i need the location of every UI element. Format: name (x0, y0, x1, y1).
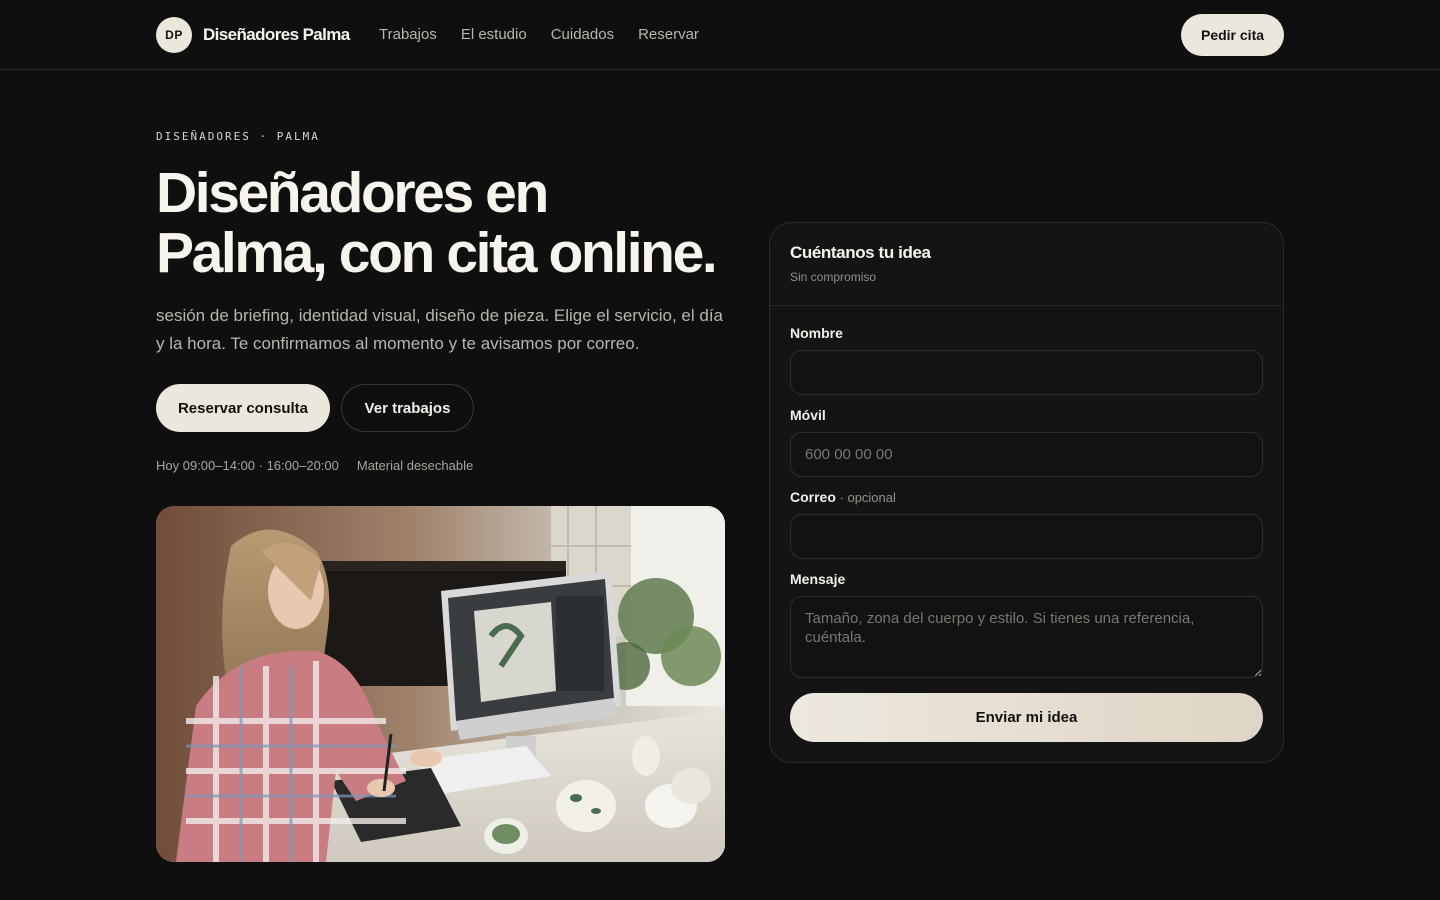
book-consultation-button[interactable]: Reservar consulta (156, 384, 330, 432)
brand-logo[interactable]: DP Diseñadores Palma (156, 17, 350, 53)
nav-link-estudio[interactable]: El estudio (461, 26, 527, 43)
hero-subtitle: sesión de briefing, identidad visual, di… (156, 306, 724, 353)
idea-form-card: Cuéntanos tu idea Sin compromiso Nombre … (769, 222, 1284, 763)
site-header: DP Diseñadores Palma Trabajos El estudio… (0, 0, 1440, 70)
form-header: Cuéntanos tu idea Sin compromiso (770, 223, 1283, 306)
eyebrow: DISEÑADORES · PALMA (156, 130, 320, 143)
submit-idea-button[interactable]: Enviar mi idea (790, 693, 1263, 742)
main-nav: Trabajos El estudio Cuidados Reservar (379, 26, 699, 43)
nav-link-reservar[interactable]: Reservar (638, 26, 699, 43)
email-optional-hint: · opcional (835, 490, 896, 505)
brand-name: Diseñadores Palma (203, 25, 350, 44)
name-field[interactable] (790, 350, 1263, 395)
title-line-2: Palma, con cita online. (156, 221, 718, 285)
opening-hours: Hoy 09:00–14:00 · 16:00–20:00 (156, 458, 339, 473)
message-textarea[interactable] (790, 596, 1263, 678)
mobile-label: Móvil (790, 407, 826, 423)
name-label: Nombre (790, 325, 843, 341)
form-title: Cuéntanos tu idea (790, 243, 931, 262)
view-works-button[interactable]: Ver trabajos (341, 384, 474, 432)
mobile-field[interactable] (790, 432, 1263, 477)
title-line-1: Diseñadores en (156, 161, 549, 225)
email-field[interactable] (790, 514, 1263, 559)
nav-link-cuidados[interactable]: Cuidados (551, 26, 614, 43)
logo-badge: DP (156, 17, 192, 53)
page-title: Diseñadores en Palma, con cita online. (156, 163, 756, 283)
hero-photo (156, 506, 725, 862)
message-label: Mensaje (790, 571, 846, 587)
form-subtitle: Sin compromiso (790, 270, 877, 284)
email-label-group: Correo · opcional (790, 489, 896, 505)
email-label: Correo (790, 489, 836, 505)
book-appointment-button[interactable]: Pedir cita (1181, 14, 1284, 56)
hygiene-note: Material desechable (356, 458, 474, 473)
nav-link-trabajos[interactable]: Trabajos (379, 26, 437, 43)
designer-at-desk-illustration (156, 506, 725, 862)
hero-meta: Hoy 09:00–14:00 · 16:00–20:00 Material d… (156, 458, 473, 473)
